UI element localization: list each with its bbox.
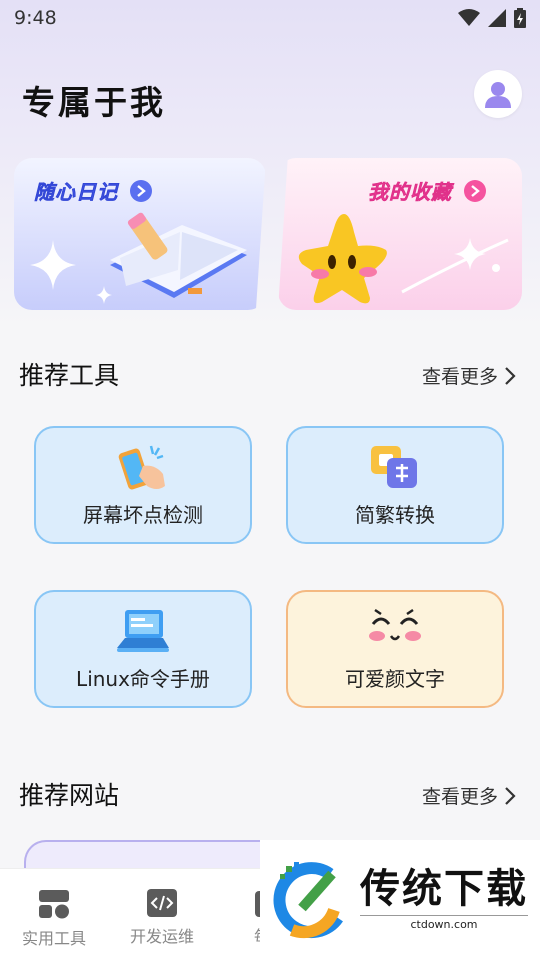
laptop-icon xyxy=(117,610,169,652)
tool-card-translate[interactable]: 简繁转换 xyxy=(286,426,504,544)
star-illustration xyxy=(298,214,387,304)
sparkle-icon xyxy=(30,240,76,290)
sites-section-title: 推荐网站 xyxy=(19,781,120,810)
nav-item-devops[interactable]: 开发运维 xyxy=(108,889,216,947)
book-pencil-illustration xyxy=(110,212,247,298)
user-icon xyxy=(485,82,511,108)
orbit-sparkle-icon xyxy=(401,238,509,294)
diary-card[interactable]: 随心日记 xyxy=(14,158,266,310)
nav-item-tools[interactable]: 实用工具 xyxy=(0,889,108,949)
sites-more-label: 查看更多 xyxy=(421,786,498,808)
avatar-button[interactable] xyxy=(474,70,522,118)
tools-section-title: 推荐工具 xyxy=(19,361,120,390)
code-icon xyxy=(147,889,177,917)
sparkle-small-icon xyxy=(96,286,112,304)
sites-more-link[interactable]: 查看更多 xyxy=(422,782,516,809)
signal-icon xyxy=(488,9,506,27)
watermark-url: ctdown.com xyxy=(360,915,528,931)
nav-label-devops: 开发运维 xyxy=(129,927,194,946)
page-title: 专属于我 xyxy=(22,83,166,122)
favorites-card[interactable]: 我的收藏 xyxy=(278,158,522,310)
tool-label-kaomoji: 可爱颜文字 xyxy=(345,667,445,691)
tool-card-kaomoji[interactable]: 可爱颜文字 xyxy=(286,590,504,708)
tools-more-link[interactable]: 查看更多 xyxy=(422,362,516,389)
tool-label-dead-pixel: 屏幕坏点检测 xyxy=(83,503,203,527)
watermark-logo xyxy=(273,862,343,939)
favorites-arrow-icon xyxy=(464,179,486,202)
battery-icon xyxy=(514,8,526,28)
cute-face-icon xyxy=(369,608,421,641)
status-time: 9:48 xyxy=(14,7,57,29)
status-bar: 9:48 xyxy=(0,0,540,36)
tool-card-dead-pixel[interactable]: 屏幕坏点检测 xyxy=(34,426,252,544)
wifi-icon xyxy=(458,9,480,26)
diary-title-row: 随心日记 xyxy=(34,176,152,205)
tool-card-linux[interactable]: Linux命令手册 xyxy=(34,590,252,708)
favorites-title-row: 我的收藏 xyxy=(368,176,486,205)
watermark: 传统下载 ctdown.com xyxy=(260,840,540,960)
hand-phone-icon xyxy=(118,445,165,490)
tool-label-linux: Linux命令手册 xyxy=(76,667,210,691)
watermark-text: 传统下载 xyxy=(360,866,528,912)
status-icons xyxy=(458,8,526,28)
nav-label-tools: 实用工具 xyxy=(21,929,86,948)
diary-arrow-icon xyxy=(130,179,152,202)
chevron-right-icon xyxy=(505,786,516,805)
favorites-card-label: 我的收藏 xyxy=(368,180,452,205)
chevron-right-icon xyxy=(505,366,516,385)
tools-more-label: 查看更多 xyxy=(421,366,498,388)
translate-icon xyxy=(371,446,417,488)
tool-label-translate: 简繁转换 xyxy=(355,503,435,527)
watermark-text-block: 传统下载 ctdown.com xyxy=(360,869,528,931)
diary-card-label: 随心日记 xyxy=(34,180,118,205)
tools-grid-icon xyxy=(39,890,69,919)
